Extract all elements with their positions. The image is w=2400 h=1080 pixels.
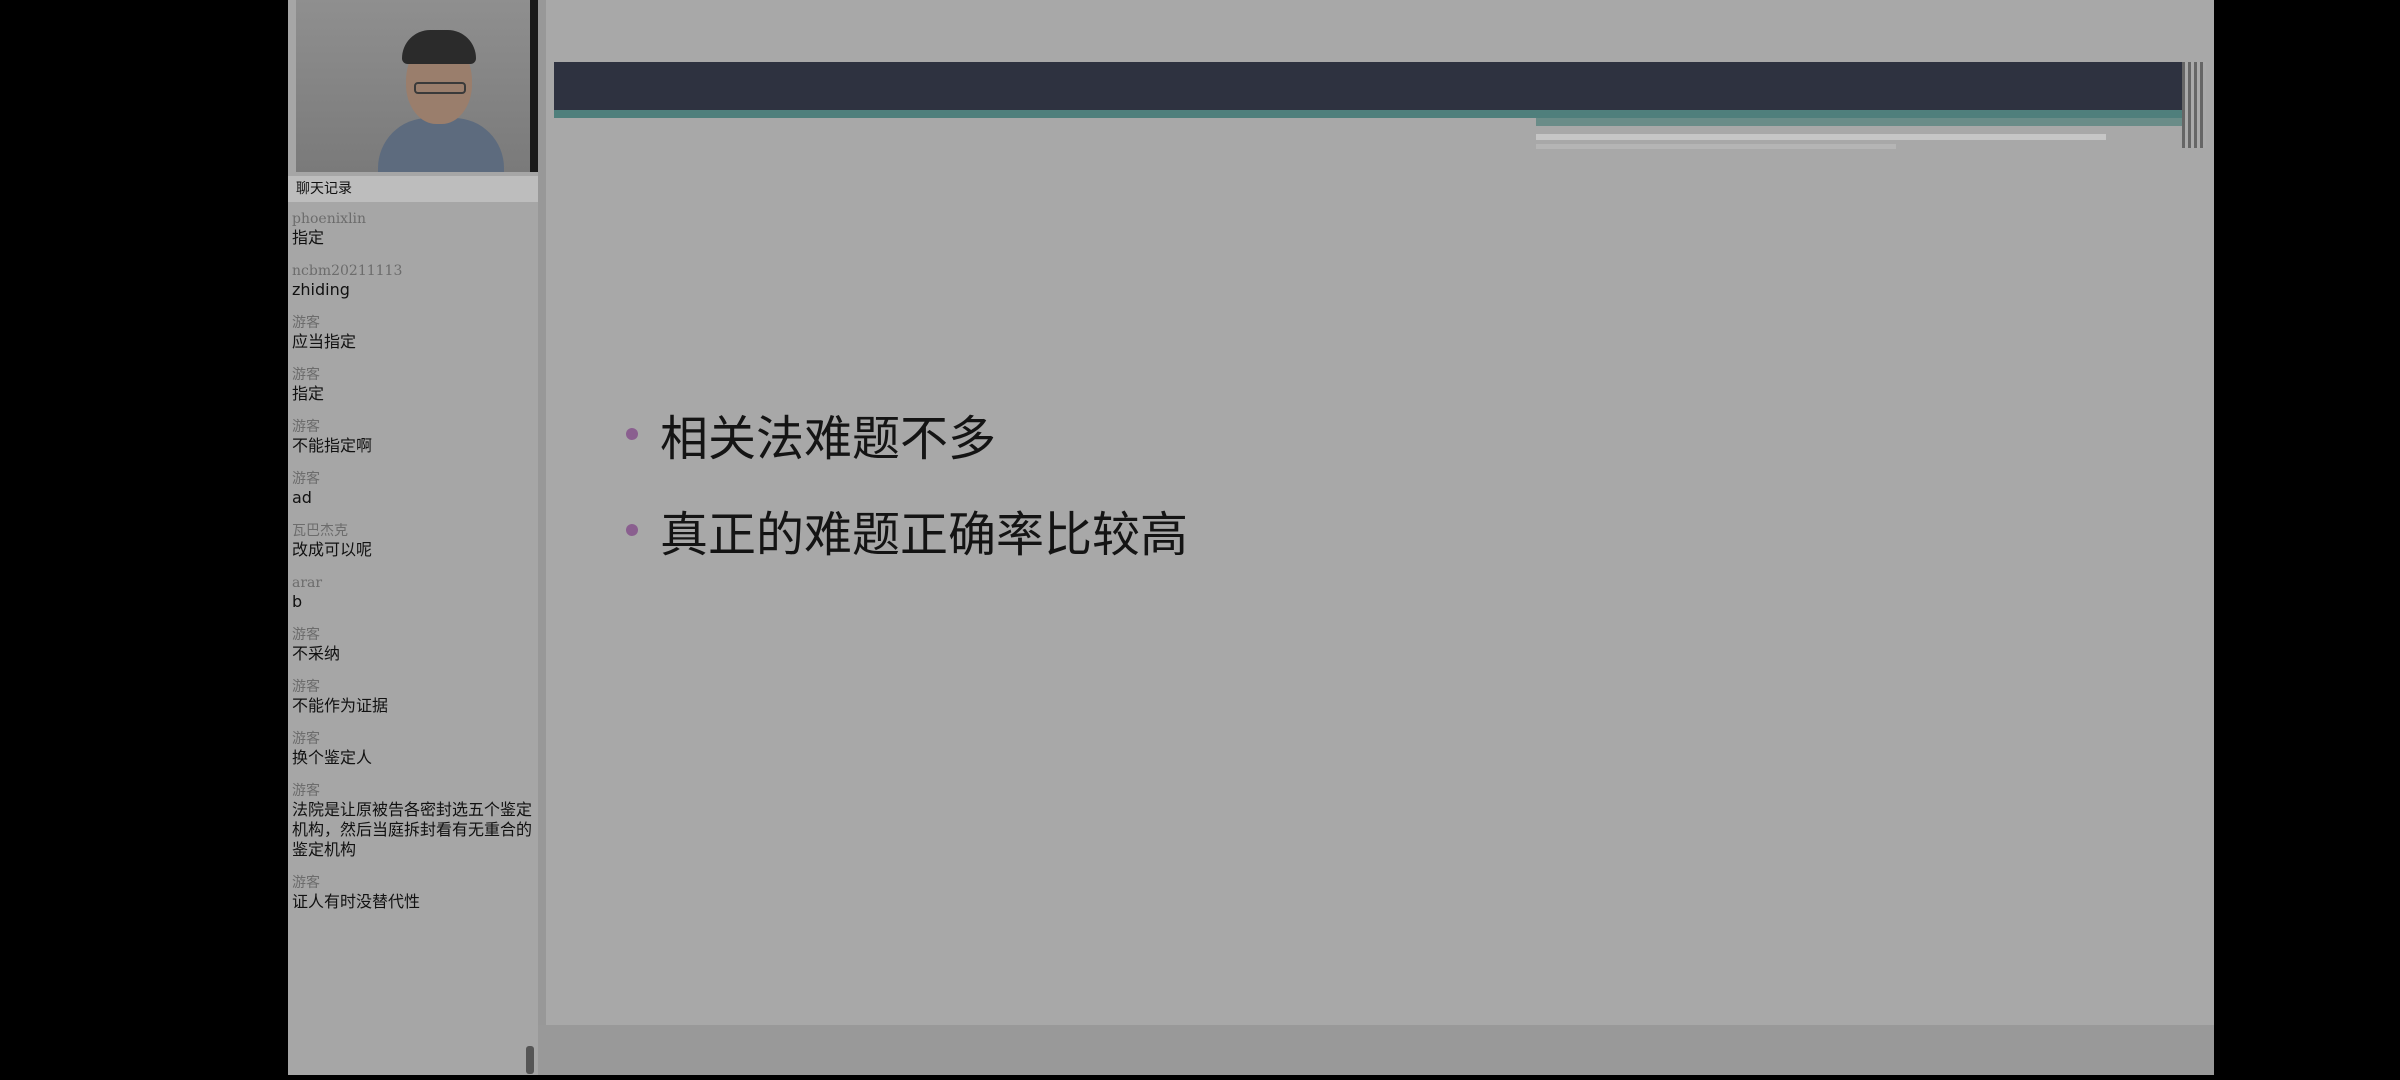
chat-user: 游客 [292, 783, 320, 799]
chat-message: phoenixlin 指定 [292, 210, 532, 248]
chat-message: 游客 法院是让原被告各密封选五个鉴定机构，然后当庭拆封看有无重合的鉴定机构 [292, 782, 532, 860]
slide-accent-line-2 [1536, 144, 1896, 149]
left-panel: 聊天记录 phoenixlin 指定 ncbm20211113 zhiding 游客… [288, 0, 538, 1075]
app-frame: 聊天记录 phoenixlin 指定 ncbm20211113 zhiding 游客… [288, 0, 2214, 1075]
slide-header-bar [554, 62, 2190, 110]
chat-scrollbar[interactable] [526, 1046, 534, 1074]
chat-message: 游客 应当指定 [292, 314, 532, 352]
chat-text: 改成可以呢 [292, 540, 373, 559]
slide-bullet-list: 相关法难题不多 真正的难题正确率比较高 [626, 404, 1188, 596]
slide-bullet: 相关法难题不多 [626, 404, 1188, 467]
chat-message: 游客 指定 [292, 366, 532, 404]
bullet-dot-icon [626, 524, 638, 536]
chat-text: 不采纳 [292, 644, 341, 663]
chat-user: 游客 [292, 367, 320, 383]
chat-text: 指定 [292, 228, 325, 247]
chat-user: 游客 [292, 875, 320, 891]
bullet-dot-icon [626, 428, 638, 440]
chat-user: 瓦巴杰克 [292, 523, 348, 539]
chat-header: 聊天记录 [288, 176, 538, 202]
chat-list[interactable]: phoenixlin 指定 ncbm20211113 zhiding 游客 应当指定 … [288, 210, 532, 1070]
panel-divider[interactable] [538, 0, 546, 1075]
chat-text: ad [292, 488, 312, 507]
chat-user: 游客 [292, 471, 320, 487]
chat-text: 不能作为证据 [292, 696, 389, 715]
slide-accent-bar-2 [1536, 118, 2190, 126]
bottom-strip [538, 1025, 2214, 1075]
chat-text: 证人有时没替代性 [292, 892, 421, 911]
chat-text: 不能指定啊 [292, 436, 373, 455]
chat-text: b [292, 592, 303, 611]
chat-message: 游客 不能作为证据 [292, 678, 532, 716]
bullet-text: 相关法难题不多 [660, 411, 997, 467]
chat-user: 游客 [292, 679, 320, 695]
chat-message: 游客 不能指定啊 [292, 418, 532, 456]
video-edge [530, 0, 538, 172]
chat-message: arar b [292, 574, 532, 612]
chat-message: 游客 换个鉴定人 [292, 730, 532, 768]
chat-user: ncbm20211113 [292, 263, 403, 279]
presenter-hair [402, 30, 476, 64]
chat-user: phoenixlin [292, 211, 367, 227]
slide-header-stripes [2182, 62, 2206, 148]
slide-area: 相关法难题不多 真正的难题正确率比较高 [546, 0, 2214, 1025]
chat-message: 游客 ad [292, 470, 532, 508]
chat-user: arar [292, 575, 323, 591]
chat-message: ncbm20211113 zhiding [292, 262, 532, 300]
presenter-glasses [414, 82, 466, 94]
chat-text: 应当指定 [292, 332, 357, 351]
chat-text: zhiding [292, 280, 350, 299]
chat-text: 指定 [292, 384, 325, 403]
chat-user: 游客 [292, 419, 320, 435]
slide-accent-bar [554, 110, 2190, 118]
chat-text: 换个鉴定人 [292, 748, 373, 767]
chat-text: 法院是让原被告各密封选五个鉴定机构，然后当庭拆封看有无重合的鉴定机构 [292, 800, 532, 859]
chat-user: 游客 [292, 627, 320, 643]
chat-message: 瓦巴杰克 改成可以呢 [292, 522, 532, 560]
slide-accent-line [1536, 134, 2106, 140]
chat-message: 游客 不采纳 [292, 626, 532, 664]
presenter-video[interactable] [296, 0, 530, 172]
chat-user: 游客 [292, 315, 320, 331]
bullet-text: 真正的难题正确率比较高 [660, 507, 1189, 563]
slide-bullet: 真正的难题正确率比较高 [626, 500, 1188, 563]
chat-message: 游客 证人有时没替代性 [292, 874, 532, 912]
chat-user: 游客 [292, 731, 320, 747]
